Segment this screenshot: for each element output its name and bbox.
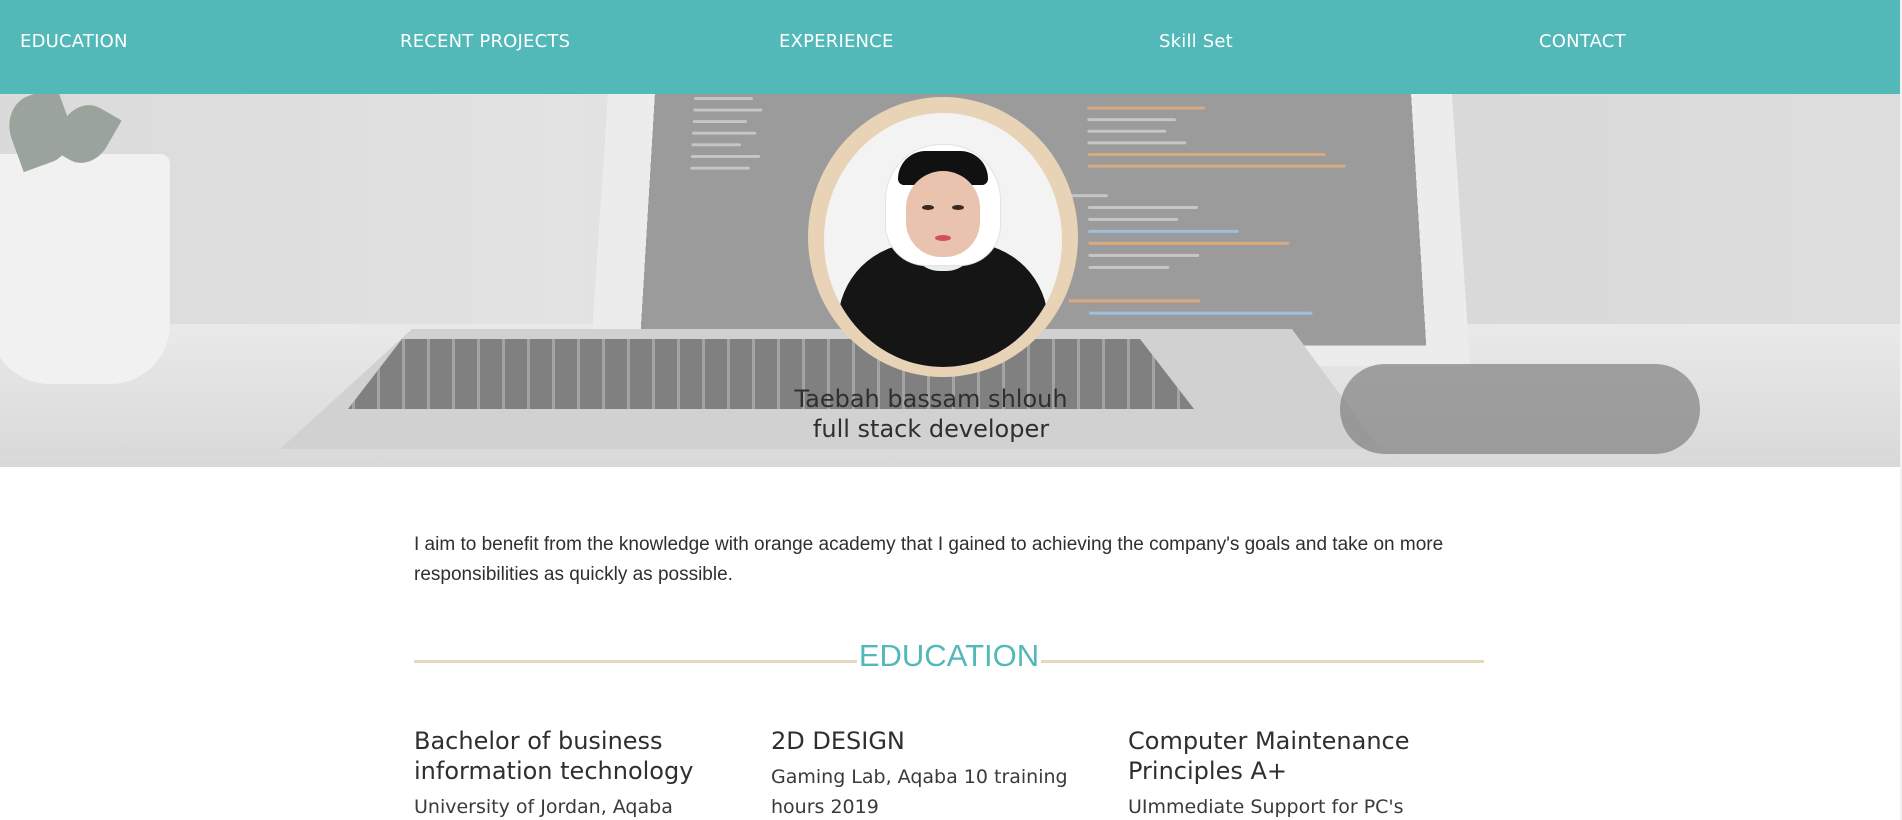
nav-experience[interactable]: EXPERIENCE [779,31,894,52]
nav-recent-projects[interactable]: RECENT PROJECTS [400,31,570,52]
education-section-header: EDUCATION [414,636,1484,676]
avatar-eye [952,205,964,210]
education-item-detail: University of Jordan, Aqaba 2013- [414,796,673,818]
nav-skill-set[interactable]: Skill Set [1159,31,1233,52]
page: EDUCATION RECENT PROJECTS EXPERIENCE Ski… [0,0,1902,820]
education-item-title: Computer Maintenance Principles A+ [1128,727,1410,785]
avatar-eye [922,205,934,210]
avatar-face [906,171,980,257]
education-item: Computer Maintenance Principles A+ UImme… [1128,726,1448,820]
education-item: Bachelor of business information technol… [414,726,734,820]
section-title-wrap: EDUCATION [414,636,1484,676]
nav-contact[interactable]: CONTACT [1539,31,1626,52]
avatar-lips [935,235,951,241]
profile-name: Taebah bassam shlouh [794,385,1068,413]
avatar [824,113,1062,367]
education-item: 2D DESIGN Gaming Lab, Aqaba 10 training … [771,726,1091,820]
hero-heading: Taebah bassam shlouh full stack develope… [0,384,1862,444]
education-item-detail: Gaming Lab, Aqaba 10 training hours 2019 [771,766,1068,818]
education-item-title: Bachelor of business information technol… [414,727,694,785]
profile-role: full stack developer [812,415,1050,443]
objective-text: I aim to benefit from the knowledge with… [414,534,1444,585]
top-nav: EDUCATION RECENT PROJECTS EXPERIENCE Ski… [0,0,1900,94]
education-item-title: 2D DESIGN [771,727,905,755]
education-item-detail: UImmediate Support for PC's [1128,796,1404,818]
nav-education[interactable]: EDUCATION [20,31,128,52]
education-section-title: EDUCATION [856,638,1042,673]
